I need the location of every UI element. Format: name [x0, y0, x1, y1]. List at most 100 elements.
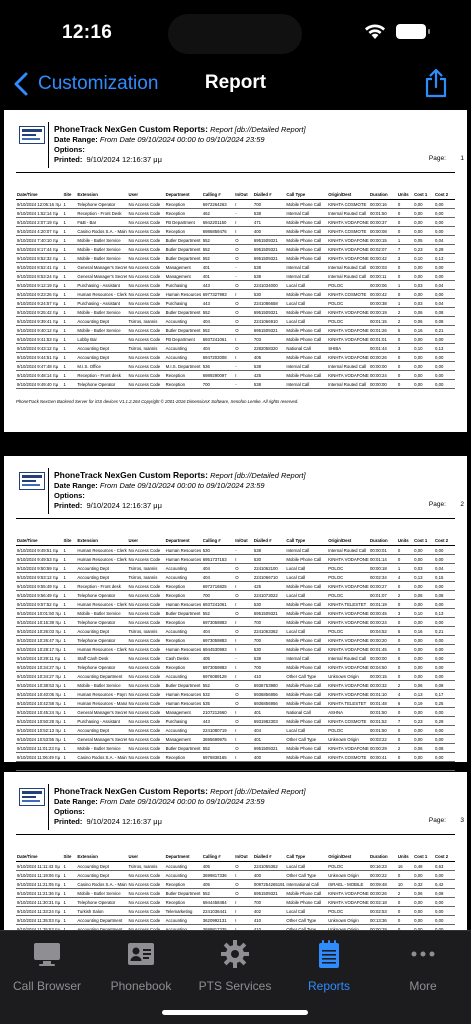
table-cell: Casino Rodos S.A. - Main — [76, 761, 128, 771]
table-cell: 1 — [62, 334, 77, 344]
table-cell: Local Call — [285, 298, 328, 308]
table-cell: Reception — [164, 897, 202, 907]
table-cell: KINHTA VODAFONE — [327, 617, 369, 627]
table-cell: 00:00:06 — [369, 280, 397, 290]
date-range-value: From Date 09/10/2024 00:00 to 09/10/2024… — [99, 481, 265, 490]
table-cell: Unknown Origin — [327, 915, 369, 925]
table-cell: Telephone Operator — [76, 199, 128, 209]
report-title-prefix: PhoneTrack NexGen Custom Reports: — [54, 470, 208, 480]
table-cell: Mobile Phone Call — [285, 370, 328, 380]
column-header: Site — [62, 191, 77, 200]
table-cell: 1 — [62, 608, 77, 618]
table-cell: 0 — [396, 617, 414, 627]
table-cell: 1 — [62, 888, 77, 898]
table-cell: 410 — [252, 671, 286, 681]
table-cell: 6947843462 — [201, 761, 235, 771]
table-cell: 0,00 — [413, 226, 435, 236]
table-cell: 00:03:22 — [369, 734, 397, 744]
table-cell: 0 — [396, 761, 414, 771]
table-cell: 0 — [396, 906, 414, 916]
table-cell: National Call — [285, 707, 328, 717]
table-cell: 1 — [62, 289, 77, 299]
table-cell: No Access Code — [127, 906, 165, 916]
table-cell: Reception — [164, 370, 202, 380]
tab-reports[interactable]: Reports — [282, 939, 376, 993]
table-cell: No Access Code — [127, 208, 165, 218]
table-cell: 0,00 — [434, 662, 455, 672]
date-range-label: Date Range: — [54, 135, 98, 144]
tab-more[interactable]: More — [376, 939, 470, 993]
table-cell: 0,00 — [413, 581, 435, 591]
table-cell: - — [234, 208, 253, 218]
table-cell: No Access Code — [127, 599, 165, 609]
tab-call-browser[interactable]: Call Browser — [0, 939, 94, 993]
table-cell: Accounting Department — [76, 915, 128, 925]
table-cell: 00:01:50 — [369, 725, 397, 735]
table-cell: 2241034000 — [252, 280, 286, 290]
table-cell: O — [234, 608, 253, 618]
table-cell: 00:01:14 — [369, 554, 397, 564]
table-cell: 9/10/2024 1:52:14 πμ — [16, 208, 63, 218]
report-title-prefix: PhoneTrack NexGen Custom Reports: — [54, 786, 208, 796]
table-cell: 0 — [396, 370, 414, 380]
table-cell: Casino Rodos S.A. - Main — [76, 879, 128, 889]
table-cell: 0,63 — [434, 861, 455, 871]
table-cell: Mobile Phone Call — [285, 244, 328, 254]
table-cell: 1 — [62, 325, 77, 335]
table-cell: I — [234, 897, 253, 907]
share-icon[interactable] — [424, 68, 448, 98]
table-cell: 400 — [252, 752, 286, 762]
report-viewer[interactable]: PhoneTrack NexGen Custom Reports: Report… — [0, 108, 471, 963]
table-cell: 2 — [396, 680, 414, 690]
table-cell: 3 — [396, 343, 414, 353]
table-cell: 9/10/2024 9:49:53 πμ — [16, 554, 63, 564]
table-cell: Butler Department — [164, 743, 202, 753]
column-header: Cost 2 — [434, 853, 455, 862]
tab-phonebook[interactable]: Phonebook — [94, 939, 188, 993]
wifi-icon — [365, 24, 385, 39]
table-cell: 6977327993 — [201, 289, 235, 299]
table-cell: 1 — [62, 879, 77, 889]
table-cell: 700 — [201, 379, 235, 389]
table-cell: 6 — [396, 698, 414, 708]
table-cell: 1 — [62, 743, 77, 753]
table-cell: 00:01:52 — [369, 716, 397, 726]
table-cell: Human Resources - Payroll — [76, 689, 128, 699]
table-cell: No Access Code — [127, 199, 165, 209]
table-cell: Telephone Operator — [76, 662, 128, 672]
column-header: Call Type — [285, 191, 328, 200]
table-cell: - — [234, 271, 253, 281]
table-cell: I — [234, 289, 253, 299]
table-cell: 2 — [396, 888, 414, 898]
table-cell: 552 — [201, 743, 235, 753]
table-cell: 0,00 — [434, 262, 455, 272]
table-cell: 0 — [396, 545, 414, 555]
table-cell: 00:00:08 — [369, 226, 397, 236]
table-cell: 00:01:07 — [369, 590, 397, 600]
table-cell: 0,03 — [413, 563, 435, 573]
table-cell: 4 — [396, 572, 414, 582]
table-cell: 538 — [252, 208, 286, 218]
table-cell: 7 — [396, 244, 414, 254]
table-cell: Reception — [164, 662, 202, 672]
table-cell: No Access Code — [127, 289, 165, 299]
table-cell: 0 — [396, 334, 414, 344]
table-cell: 00:02:53 — [369, 906, 397, 916]
column-header: Duration — [369, 853, 397, 862]
table-cell: 1 — [62, 572, 77, 582]
table-cell: 00:09:48 — [369, 879, 397, 889]
table-row: 9/10/2024 9:24:57 πμ 1 Purchasing - Assist… — [16, 298, 455, 308]
column-header: In/Out — [234, 853, 253, 862]
table-cell: Mobile Phone Call — [285, 307, 328, 317]
table-cell: Accounting Dept — [76, 563, 128, 573]
table-cell: 552 — [201, 235, 235, 245]
table-cell: F&B - Bar — [76, 217, 128, 227]
table-cell: Casino Rodos S.A. - Main — [76, 752, 128, 762]
table-cell: I — [234, 915, 253, 925]
table-cell: 0 — [396, 725, 414, 735]
table-cell: 0,10 — [413, 253, 435, 263]
table-cell: 00:13:36 — [369, 915, 397, 925]
table-cell: I — [234, 734, 253, 744]
tab-pts-services[interactable]: PTS Services — [188, 939, 282, 993]
table-cell: No Access Code — [127, 379, 165, 389]
